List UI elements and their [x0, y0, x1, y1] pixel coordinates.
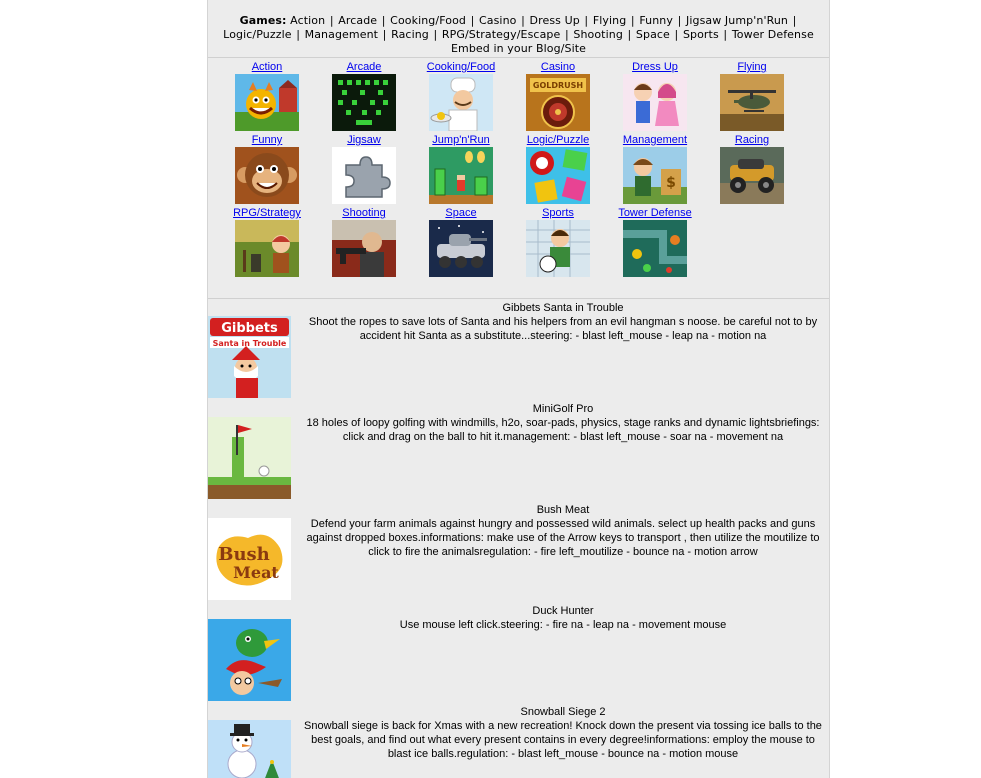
svg-text:GOLDRUSH: GOLDRUSH — [533, 81, 583, 90]
thumb-text: Meat — [233, 563, 279, 582]
funny-game-icon — [235, 147, 299, 204]
shooting-game-icon — [332, 220, 396, 277]
nav-link-sports[interactable]: Sports — [683, 28, 719, 41]
category-label: RPG/Strategy — [233, 207, 301, 219]
nav-link-flying[interactable]: Flying — [593, 14, 627, 27]
management-game-icon: $ — [623, 147, 687, 204]
category-label: Funny — [251, 134, 283, 146]
arcade-game-icon — [332, 74, 396, 131]
category-tile-jigsaw[interactable]: Jigsaw — [316, 134, 412, 204]
category-label: Flying — [737, 61, 767, 73]
jigsaw-game-icon — [332, 147, 396, 204]
space-game-icon — [429, 220, 493, 277]
thumb-text: Santa in Trouble — [213, 339, 287, 348]
category-tile-dress-up[interactable]: Dress Up — [607, 61, 703, 131]
category-label: Jigsaw — [347, 134, 381, 146]
game-title[interactable]: Gibbets Santa in Trouble — [298, 301, 828, 315]
category-nav: Games: Action | Arcade | Cooking/Food | … — [223, 14, 814, 55]
nav-lead: Games: — [239, 14, 287, 27]
nav-link-jigsaw-jump-run[interactable]: Jigsaw Jump'n'Run — [686, 14, 788, 27]
nav-link-logic-puzzle[interactable]: Logic/Puzzle — [223, 28, 291, 41]
game-title[interactable]: Duck Hunter — [298, 604, 828, 618]
divider-bottom — [208, 298, 829, 299]
category-tile-funny[interactable]: Funny — [219, 134, 315, 204]
category-label: Sports — [542, 207, 574, 219]
game-title[interactable]: Bush Meat — [298, 503, 828, 517]
game-description: 18 holes of loopy golfing with windmills… — [306, 417, 820, 443]
category-label: Management — [622, 134, 688, 146]
tower-defense-game-icon — [623, 220, 687, 277]
embed-link[interactable]: Embed in your Blog/Site — [451, 42, 586, 55]
casino-game-icon: GOLDRUSH — [526, 74, 590, 131]
category-label: Racing — [734, 134, 770, 146]
nav-link-cooking[interactable]: Cooking/Food — [390, 14, 466, 27]
racing-game-icon — [720, 147, 784, 204]
nav-link-casino[interactable]: Casino — [479, 14, 517, 27]
category-tile-racing[interactable]: Racing — [704, 134, 800, 204]
category-tile-action[interactable]: Action — [219, 61, 315, 131]
game-thumbnail-duck-hunter[interactable] — [208, 619, 291, 701]
nav-link-tower-defense[interactable]: Tower Defense — [732, 28, 814, 41]
category-label: Arcade — [346, 61, 382, 73]
nav-link-management[interactable]: Management — [305, 28, 378, 41]
svg-text:$: $ — [666, 175, 676, 191]
sports-game-icon — [526, 220, 590, 277]
category-label: Dress Up — [632, 61, 678, 73]
game-description: Shoot the ropes to save lots of Santa an… — [308, 316, 818, 342]
category-tile-sports[interactable]: Sports — [510, 207, 606, 277]
game-thumbnail-snowball-siege[interactable] — [208, 720, 291, 778]
game-thumbnail-bush-meat[interactable]: Bush Meat — [208, 518, 291, 600]
category-label: Casino — [540, 61, 576, 73]
nav-link-funny[interactable]: Funny — [639, 14, 673, 27]
game-description: Snowball siege is back for Xmas with a n… — [304, 720, 822, 760]
jump-run-game-icon — [429, 147, 493, 204]
category-tile-jump-run[interactable]: Jump'n'Run — [413, 134, 509, 204]
game-thumbnail-minigolf[interactable] — [208, 417, 291, 499]
category-label: Action — [251, 61, 283, 73]
nav-link-dress-up[interactable]: Dress Up — [530, 14, 580, 27]
category-tile-flying[interactable]: Flying — [704, 61, 800, 131]
nav-link-shooting[interactable]: Shooting — [573, 28, 623, 41]
category-tile-cooking[interactable]: Cooking/Food — [413, 61, 509, 131]
category-label: Logic/Puzzle — [526, 134, 590, 146]
category-label: Jump'n'Run — [432, 134, 490, 146]
category-label: Tower Defense — [618, 207, 692, 219]
nav-link-action[interactable]: Action — [290, 14, 325, 27]
category-tile-casino[interactable]: Casino GOLDRUSH — [510, 61, 606, 131]
category-label: Space — [445, 207, 477, 219]
rpg-strategy-game-icon — [235, 220, 299, 277]
category-label: Cooking/Food — [426, 61, 496, 73]
content-panel: Games: Action | Arcade | Cooking/Food | … — [207, 0, 830, 778]
nav-link-space[interactable]: Space — [636, 28, 670, 41]
thumb-text: Gibbets — [221, 321, 278, 336]
cooking-game-icon — [429, 74, 493, 131]
nav-link-rpg-strategy-escape[interactable]: RPG/Strategy/Escape — [442, 28, 560, 41]
category-tile-logic-puzzle[interactable]: Logic/Puzzle — [510, 134, 606, 204]
category-label: Shooting — [342, 207, 386, 219]
category-tile-rpg-strategy[interactable]: RPG/Strategy — [219, 207, 315, 277]
game-description: Defend your farm animals against hungry … — [306, 518, 820, 558]
game-thumbnail-gibbets[interactable]: Gibbets Santa in Trouble — [208, 316, 291, 398]
game-title[interactable]: Snowball Siege 2 — [298, 705, 828, 719]
game-title[interactable]: MiniGolf Pro — [298, 402, 828, 416]
flying-game-icon — [720, 74, 784, 131]
category-grid: Action Arcade Cooking/Food Casino GOLDRU… — [208, 58, 829, 300]
category-tile-space[interactable]: Space — [413, 207, 509, 277]
dress-up-game-icon — [623, 74, 687, 131]
logic-puzzle-game-icon — [526, 147, 590, 204]
category-tile-shooting[interactable]: Shooting — [316, 207, 412, 277]
nav-link-arcade[interactable]: Arcade — [338, 14, 377, 27]
nav-link-racing[interactable]: Racing — [391, 28, 429, 41]
category-tile-tower-defense[interactable]: Tower Defense — [607, 207, 703, 277]
game-description: Use mouse left click.steering: - fire na… — [399, 619, 727, 631]
thumb-text: Bush — [218, 544, 270, 565]
category-tile-arcade[interactable]: Arcade — [316, 61, 412, 131]
category-tile-management[interactable]: Management $ — [607, 134, 703, 204]
action-game-icon — [235, 74, 299, 131]
